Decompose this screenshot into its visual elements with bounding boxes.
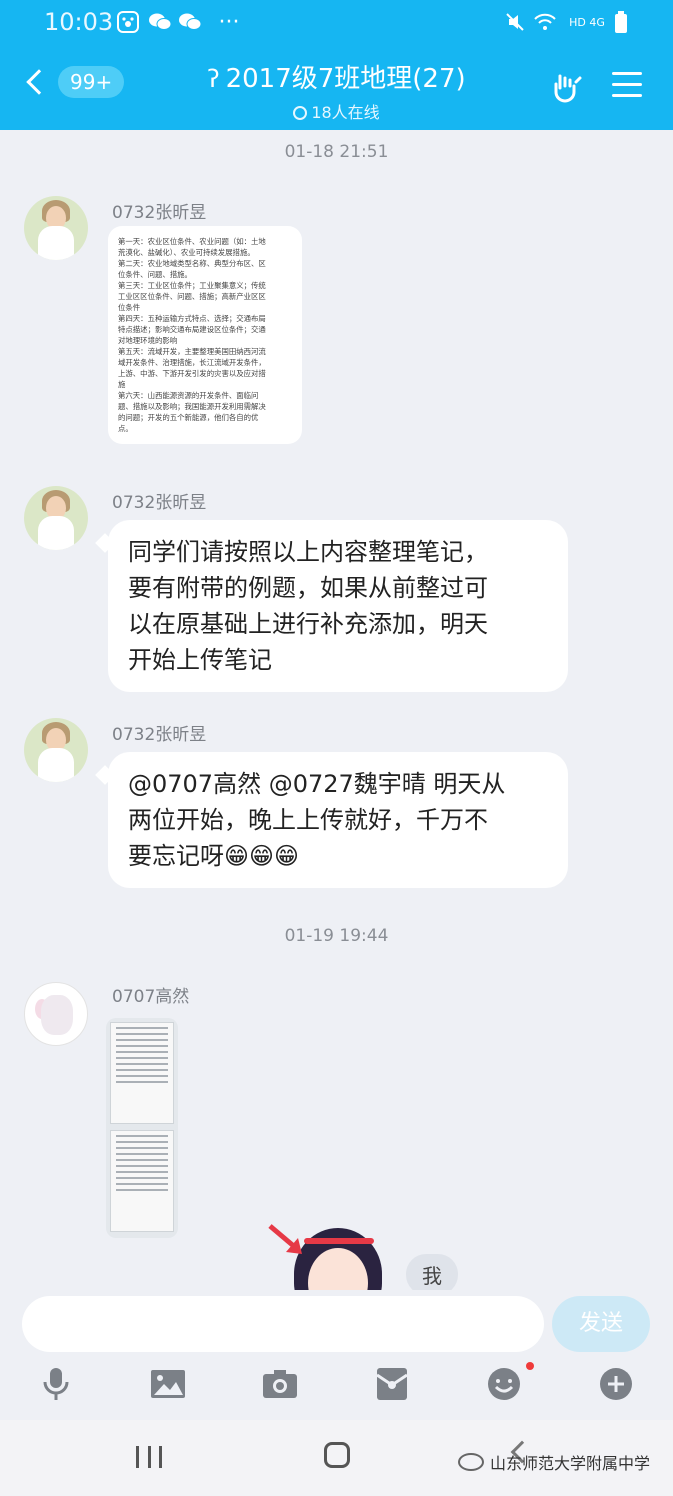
more-notifications-icon: ··· (218, 9, 240, 35)
message-line: 要有附带的例题，如果从前整过可 (128, 574, 488, 602)
note-line: 题、措施以及影响；我国能源开发利用需解决 (118, 402, 266, 411)
avatar[interactable] (24, 718, 88, 782)
note-line: 的问题；开发的五个新能源，他们各自的优 (118, 413, 259, 422)
note-line: 上游、中游、下游开发引发的灾害以及应对措 (118, 369, 266, 378)
note-line: 第六天：山西能源资源的开发条件、面临问 (118, 391, 259, 400)
note-line: 第五天：流域开发，主要整理美国田纳西河流 (118, 347, 266, 356)
wechat-logo-icon (458, 1453, 484, 1471)
wechat-icon (148, 10, 172, 34)
note-line: 第二天：农业地域类型名称、典型分布区、区 (118, 259, 266, 268)
message-line: 同学们请按照以上内容整理笔记， (128, 538, 488, 566)
note-line: 第四天：五种运输方式特点、选择；交通布局 (118, 314, 266, 323)
note-line: 施 (118, 380, 126, 389)
wifi-icon (532, 10, 558, 34)
note-line: 点。 (118, 424, 133, 433)
nav-bar: 99+ ʔ 2017级7班地理(27) 18人在线 (0, 46, 673, 130)
image-message[interactable]: 第一天：农业区位条件、农业问题（如：土地 荒漠化、盐碱化）、农业可持续发展措施。… (108, 226, 302, 444)
online-icon (293, 106, 308, 120)
send-button[interactable]: 发送 (552, 1296, 650, 1352)
timestamp: 01-18 21:51 (284, 142, 389, 162)
image-icon[interactable] (148, 1364, 188, 1404)
sender-name: 0732张昕昱 (112, 493, 207, 513)
watermark: 山东师范大学附属中学 (458, 1450, 650, 1474)
sender-name: 0732张昕昱 (112, 203, 207, 223)
status-time: 10:03 (44, 8, 114, 36)
note-line: 位条件 (118, 303, 141, 312)
watermark-text: 山东师范大学附属中学 (490, 1454, 651, 1473)
note-line: 位条件、问题、措施。 (118, 270, 192, 279)
plus-icon[interactable] (596, 1364, 636, 1404)
mute-icon (504, 10, 526, 34)
sender-name: 0732张昕昱 (112, 725, 207, 745)
arrow-icon (268, 1224, 302, 1254)
timestamp: 01-19 19:44 (284, 926, 389, 946)
chat-header: 10:03 ··· HD 4G 99+ ʔ 2017级7班地理(27) 18人在线 (0, 0, 673, 130)
note-line: 域开发条件、治理措施，长江流域开发条件， (118, 358, 266, 367)
network-type: HD 4G (569, 15, 605, 29)
battery-icon (612, 10, 630, 34)
note-line: 第一天：农业区位条件、农业问题（如：土地 (118, 237, 266, 246)
mic-icon[interactable] (36, 1364, 76, 1404)
system-nav-bar: 山东师范大学附属中学 (0, 1420, 673, 1496)
note-line: 特点描述；影响交通布局建设区位条件；交通 (118, 325, 266, 334)
text-message[interactable]: @0707高然 @0727魏宇晴 明天从 两位开始，晚上上传就好，千万不 要忘记… (108, 752, 568, 888)
note-line: 荒漠化、盐碱化）、农业可持续发展措施。 (118, 248, 255, 257)
avatar[interactable] (24, 982, 88, 1046)
hand-icon (554, 74, 582, 103)
hand-gesture-button[interactable] (550, 70, 584, 104)
wechat-icon (178, 10, 202, 34)
recent-apps-button[interactable] (136, 1446, 162, 1468)
photo-message[interactable] (106, 1018, 178, 1238)
online-count: 18人在线 (311, 103, 380, 122)
me-bubble[interactable]: 我 (406, 1254, 458, 1290)
text-message[interactable]: 同学们请按照以上内容整理笔记， 要有附带的例题，如果从前整过可 以在原基础上进行… (108, 520, 568, 692)
red-packet-icon[interactable] (372, 1364, 412, 1404)
note-line: 第三天：工业区位条件；工业聚集意义；传统 (118, 281, 266, 290)
emoji-icon[interactable] (484, 1364, 524, 1404)
menu-button[interactable] (612, 72, 642, 100)
avatar[interactable] (24, 196, 88, 260)
message-input[interactable] (22, 1296, 544, 1352)
message-line: 开始上传笔记 (128, 646, 272, 674)
ear-icon: ʔ (207, 65, 220, 93)
sender-name: 0707高然 (112, 987, 190, 1007)
message-line: @0707高然 @0727魏宇晴 明天从 (128, 770, 506, 798)
message-line: 以在原基础上进行补充添加，明天 (128, 610, 488, 638)
camera-icon[interactable] (260, 1364, 300, 1404)
status-bar: 10:03 ··· HD 4G (0, 0, 673, 46)
input-bar: 发送 (0, 1290, 673, 1420)
notification-dot (526, 1362, 534, 1370)
chat-area[interactable]: 01-18 21:51 0732张昕昱 第一天：农业区位条件、农业问题（如：土地… (0, 130, 673, 1290)
note-line: 工业区区位条件、问题、措施；高新产业区区 (118, 292, 266, 301)
avatar[interactable] (24, 486, 88, 550)
paw-app-icon (116, 10, 140, 34)
note-line: 对地理环境的影响 (118, 336, 178, 345)
home-button[interactable] (324, 1442, 350, 1468)
message-line: 要忘记呀😁😁😁 (128, 842, 300, 870)
cartoon-sticker (268, 1220, 392, 1290)
input-toolbar (0, 1364, 673, 1410)
message-line: 两位开始，晚上上传就好，千万不 (128, 806, 488, 834)
group-title: 2017级7班地理(27) (225, 64, 466, 94)
